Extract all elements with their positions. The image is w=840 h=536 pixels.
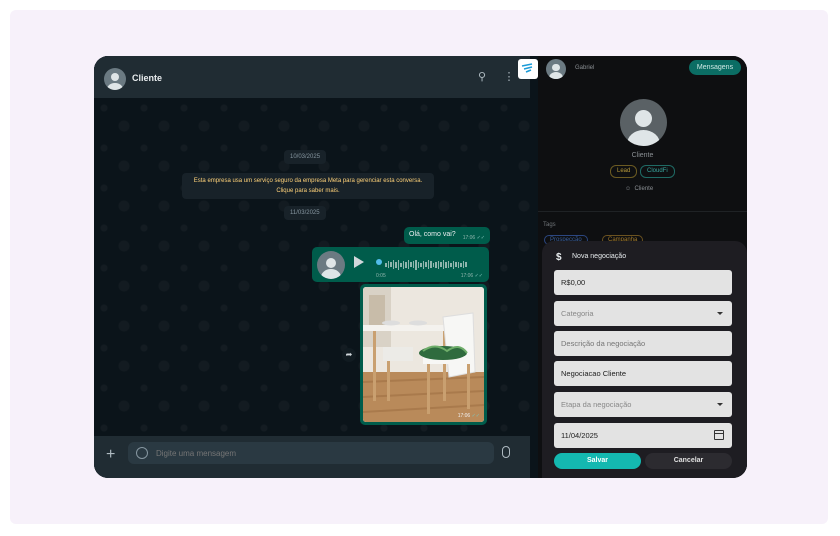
app-window: Cliente ⚲ ⋮ 10/03/2025 Esta empresa usa … bbox=[94, 56, 747, 478]
deal-description-input[interactable] bbox=[554, 331, 732, 356]
microphone-icon[interactable] bbox=[502, 446, 510, 458]
deal-date-input[interactable] bbox=[554, 423, 732, 448]
read-ticks-icon: ✓✓ bbox=[476, 235, 485, 241]
agent-name: Gabriel bbox=[575, 65, 595, 71]
system-message[interactable]: Esta empresa usa um serviço seguro da em… bbox=[182, 173, 434, 199]
audio-duration: 0:05 bbox=[376, 273, 386, 279]
calendar-icon[interactable] bbox=[714, 430, 724, 440]
message-input[interactable] bbox=[128, 442, 494, 464]
deal-value-input[interactable] bbox=[554, 270, 732, 295]
audio-sender-avatar bbox=[317, 251, 345, 279]
sticker-icon[interactable] bbox=[136, 447, 148, 459]
audio-message[interactable]: 0:05 17:06 ✓✓ bbox=[312, 247, 489, 282]
contact-type: ☺ Cliente bbox=[625, 186, 654, 192]
new-deal-modal: $ Nova negociação Categoria Etapa da neg… bbox=[542, 241, 747, 478]
contact-profile-name: Cliente bbox=[631, 152, 654, 159]
dollar-icon: $ bbox=[556, 252, 562, 263]
date-divider: 11/03/2025 bbox=[284, 206, 326, 220]
contact-avatar[interactable] bbox=[104, 68, 126, 90]
contact-name[interactable]: Cliente bbox=[132, 73, 162, 83]
agent-avatar[interactable] bbox=[546, 59, 566, 79]
audio-waveform[interactable] bbox=[385, 256, 485, 270]
lead-badge: Lead bbox=[610, 165, 638, 178]
search-icon[interactable]: ⚲ bbox=[475, 70, 489, 84]
message-time: 17:06 ✓✓ bbox=[462, 235, 485, 241]
photo-thumbnail[interactable]: 17:06 ✓✓ bbox=[363, 287, 484, 422]
tags-label: Tags bbox=[543, 222, 556, 228]
cancel-button[interactable]: Cancelar bbox=[645, 453, 732, 469]
message-time: 17:06 ✓✓ bbox=[457, 413, 480, 419]
audio-progress-handle[interactable] bbox=[376, 259, 382, 265]
date-divider: 10/03/2025 bbox=[284, 150, 327, 164]
more-vertical-icon[interactable]: ⋮ bbox=[502, 70, 516, 84]
user-icon: ☺ bbox=[625, 186, 632, 192]
text-message[interactable]: Olá, como vai? 17:06 ✓✓ bbox=[404, 227, 490, 244]
play-icon[interactable] bbox=[354, 256, 364, 268]
save-button[interactable]: Salvar bbox=[554, 453, 641, 469]
contact-profile-avatar bbox=[620, 99, 667, 146]
chat-messages[interactable]: 10/03/2025 Esta empresa usa um serviço s… bbox=[94, 98, 530, 436]
chat-composer: + bbox=[94, 436, 530, 478]
chevron-down-icon[interactable] bbox=[717, 312, 723, 315]
read-ticks-icon: ✓✓ bbox=[471, 413, 480, 419]
category-select[interactable]: Categoria bbox=[554, 301, 732, 326]
dining-room-photo bbox=[363, 287, 484, 422]
divider bbox=[538, 211, 747, 212]
deal-name-input[interactable] bbox=[554, 361, 732, 386]
image-message[interactable]: 17:06 ✓✓ bbox=[360, 284, 487, 425]
chat-pane: Cliente ⚲ ⋮ 10/03/2025 Esta empresa usa … bbox=[94, 56, 530, 478]
stage-select[interactable]: Etapa da negociação bbox=[554, 392, 732, 417]
read-ticks-icon: ✓✓ bbox=[474, 273, 483, 279]
forward-icon[interactable]: ➦ bbox=[342, 348, 356, 362]
chat-header: Cliente ⚲ ⋮ bbox=[94, 56, 530, 98]
messages-button[interactable]: Mensagens bbox=[689, 60, 741, 75]
message-text: Olá, como vai? bbox=[409, 231, 456, 238]
extension-logo-icon[interactable] bbox=[518, 59, 538, 79]
chevron-down-icon[interactable] bbox=[717, 403, 723, 406]
attach-plus-icon[interactable]: + bbox=[106, 446, 115, 464]
cloudfi-badge: CloudFi bbox=[640, 165, 675, 178]
modal-title: Nova negociação bbox=[572, 253, 627, 260]
message-time: 17:06 ✓✓ bbox=[460, 273, 483, 279]
